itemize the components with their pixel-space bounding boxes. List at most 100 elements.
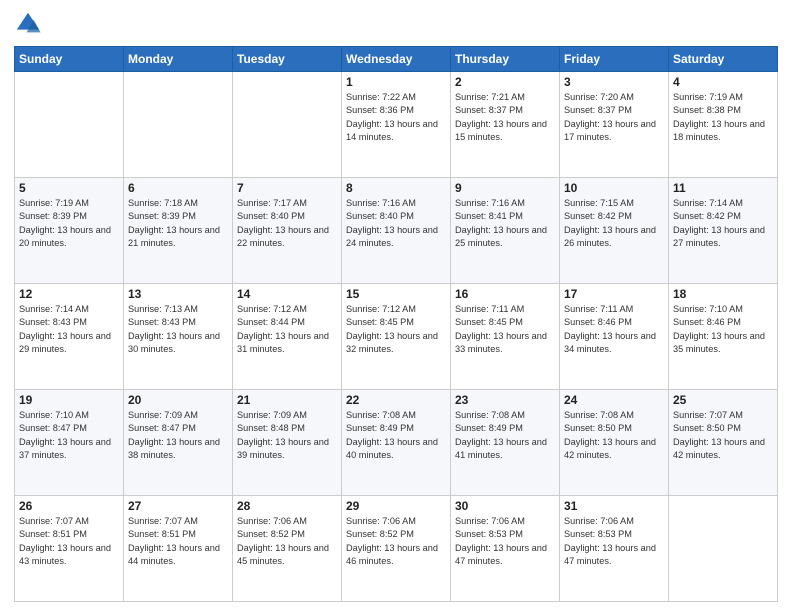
calendar-cell: 4 Sunrise: 7:19 AM Sunset: 8:38 PM Daylig… <box>669 72 778 178</box>
calendar-header-row: SundayMondayTuesdayWednesdayThursdayFrid… <box>15 47 778 72</box>
day-number: 22 <box>346 393 446 407</box>
day-number: 13 <box>128 287 228 301</box>
calendar-cell: 6 Sunrise: 7:18 AM Sunset: 8:39 PM Daylig… <box>124 178 233 284</box>
day-number: 2 <box>455 75 555 89</box>
calendar-table: SundayMondayTuesdayWednesdayThursdayFrid… <box>14 46 778 602</box>
day-number: 9 <box>455 181 555 195</box>
logo-icon <box>14 10 42 38</box>
calendar-cell: 26 Sunrise: 7:07 AM Sunset: 8:51 PM Dayli… <box>15 496 124 602</box>
calendar-cell: 16Sunrise: 7:11 AM Sunset: 8:45 PM Dayli… <box>451 284 560 390</box>
day-info: Sunrise: 7:19 AM Sunset: 8:39 PM Dayligh… <box>19 197 119 250</box>
day-info: Sunrise: 7:08 AM Sunset: 8:50 PM Dayligh… <box>564 409 664 462</box>
calendar-cell <box>124 72 233 178</box>
logo <box>14 10 46 38</box>
day-number: 11 <box>673 181 773 195</box>
day-info: Sunrise: 7:09 AM Sunset: 8:48 PM Dayligh… <box>237 409 337 462</box>
day-info: Sunrise: 7:19 AM Sunset: 8:38 PM Dayligh… <box>673 91 773 144</box>
header <box>14 10 778 38</box>
calendar-cell: 10Sunrise: 7:15 AM Sunset: 8:42 PM Dayli… <box>560 178 669 284</box>
weekday-header: Saturday <box>669 47 778 72</box>
day-number: 5 <box>19 181 119 195</box>
day-info: Sunrise: 7:21 AM Sunset: 8:37 PM Dayligh… <box>455 91 555 144</box>
calendar-cell: 9 Sunrise: 7:16 AM Sunset: 8:41 PM Daylig… <box>451 178 560 284</box>
calendar-cell: 31 Sunrise: 7:06 AM Sunset: 8:53 PM Dayli… <box>560 496 669 602</box>
day-number: 3 <box>564 75 664 89</box>
calendar-cell: 11 Sunrise: 7:14 AM Sunset: 8:42 PM Dayli… <box>669 178 778 284</box>
weekday-header: Wednesday <box>342 47 451 72</box>
day-number: 4 <box>673 75 773 89</box>
day-number: 18 <box>673 287 773 301</box>
calendar-cell: 8Sunrise: 7:16 AM Sunset: 8:40 PM Daylig… <box>342 178 451 284</box>
weekday-header: Friday <box>560 47 669 72</box>
day-info: Sunrise: 7:06 AM Sunset: 8:52 PM Dayligh… <box>346 515 446 568</box>
day-info: Sunrise: 7:17 AM Sunset: 8:40 PM Dayligh… <box>237 197 337 250</box>
day-number: 30 <box>455 499 555 513</box>
weekday-header: Tuesday <box>233 47 342 72</box>
weekday-header: Thursday <box>451 47 560 72</box>
day-info: Sunrise: 7:14 AM Sunset: 8:42 PM Dayligh… <box>673 197 773 250</box>
weekday-header: Monday <box>124 47 233 72</box>
calendar-cell: 25 Sunrise: 7:07 AM Sunset: 8:50 PM Dayli… <box>669 390 778 496</box>
page: SundayMondayTuesdayWednesdayThursdayFrid… <box>0 0 792 612</box>
day-number: 7 <box>237 181 337 195</box>
calendar-cell: 2 Sunrise: 7:21 AM Sunset: 8:37 PM Daylig… <box>451 72 560 178</box>
day-info: Sunrise: 7:11 AM Sunset: 8:46 PM Dayligh… <box>564 303 664 356</box>
day-number: 16 <box>455 287 555 301</box>
day-info: Sunrise: 7:13 AM Sunset: 8:43 PM Dayligh… <box>128 303 228 356</box>
calendar-week-row: 5 Sunrise: 7:19 AM Sunset: 8:39 PM Daylig… <box>15 178 778 284</box>
calendar-cell: 15 Sunrise: 7:12 AM Sunset: 8:45 PM Dayli… <box>342 284 451 390</box>
calendar-cell: 23 Sunrise: 7:08 AM Sunset: 8:49 PM Dayli… <box>451 390 560 496</box>
day-number: 23 <box>455 393 555 407</box>
day-info: Sunrise: 7:08 AM Sunset: 8:49 PM Dayligh… <box>455 409 555 462</box>
day-number: 17 <box>564 287 664 301</box>
day-number: 1 <box>346 75 446 89</box>
calendar-cell <box>669 496 778 602</box>
day-info: Sunrise: 7:06 AM Sunset: 8:53 PM Dayligh… <box>455 515 555 568</box>
calendar-cell <box>15 72 124 178</box>
calendar-cell: 28Sunrise: 7:06 AM Sunset: 8:52 PM Dayli… <box>233 496 342 602</box>
day-info: Sunrise: 7:07 AM Sunset: 8:50 PM Dayligh… <box>673 409 773 462</box>
day-number: 26 <box>19 499 119 513</box>
day-number: 28 <box>237 499 337 513</box>
calendar-cell: 22Sunrise: 7:08 AM Sunset: 8:49 PM Dayli… <box>342 390 451 496</box>
day-number: 14 <box>237 287 337 301</box>
calendar-cell: 20 Sunrise: 7:09 AM Sunset: 8:47 PM Dayli… <box>124 390 233 496</box>
calendar-cell: 1 Sunrise: 7:22 AM Sunset: 8:36 PM Daylig… <box>342 72 451 178</box>
calendar-cell: 7 Sunrise: 7:17 AM Sunset: 8:40 PM Daylig… <box>233 178 342 284</box>
calendar-cell <box>233 72 342 178</box>
calendar-week-row: 12 Sunrise: 7:14 AM Sunset: 8:43 PM Dayli… <box>15 284 778 390</box>
calendar-week-row: 1 Sunrise: 7:22 AM Sunset: 8:36 PM Daylig… <box>15 72 778 178</box>
day-info: Sunrise: 7:15 AM Sunset: 8:42 PM Dayligh… <box>564 197 664 250</box>
day-number: 6 <box>128 181 228 195</box>
calendar-cell: 18Sunrise: 7:10 AM Sunset: 8:46 PM Dayli… <box>669 284 778 390</box>
calendar-cell: 19 Sunrise: 7:10 AM Sunset: 8:47 PM Dayli… <box>15 390 124 496</box>
day-info: Sunrise: 7:14 AM Sunset: 8:43 PM Dayligh… <box>19 303 119 356</box>
day-number: 24 <box>564 393 664 407</box>
calendar-cell: 24 Sunrise: 7:08 AM Sunset: 8:50 PM Dayli… <box>560 390 669 496</box>
day-number: 20 <box>128 393 228 407</box>
day-info: Sunrise: 7:09 AM Sunset: 8:47 PM Dayligh… <box>128 409 228 462</box>
day-info: Sunrise: 7:16 AM Sunset: 8:40 PM Dayligh… <box>346 197 446 250</box>
day-info: Sunrise: 7:06 AM Sunset: 8:53 PM Dayligh… <box>564 515 664 568</box>
day-info: Sunrise: 7:12 AM Sunset: 8:44 PM Dayligh… <box>237 303 337 356</box>
day-info: Sunrise: 7:10 AM Sunset: 8:47 PM Dayligh… <box>19 409 119 462</box>
calendar-cell: 5 Sunrise: 7:19 AM Sunset: 8:39 PM Daylig… <box>15 178 124 284</box>
day-info: Sunrise: 7:07 AM Sunset: 8:51 PM Dayligh… <box>19 515 119 568</box>
day-info: Sunrise: 7:16 AM Sunset: 8:41 PM Dayligh… <box>455 197 555 250</box>
calendar-week-row: 26 Sunrise: 7:07 AM Sunset: 8:51 PM Dayli… <box>15 496 778 602</box>
day-number: 31 <box>564 499 664 513</box>
day-info: Sunrise: 7:12 AM Sunset: 8:45 PM Dayligh… <box>346 303 446 356</box>
day-number: 19 <box>19 393 119 407</box>
day-number: 12 <box>19 287 119 301</box>
day-number: 29 <box>346 499 446 513</box>
calendar-cell: 17 Sunrise: 7:11 AM Sunset: 8:46 PM Dayli… <box>560 284 669 390</box>
day-info: Sunrise: 7:07 AM Sunset: 8:51 PM Dayligh… <box>128 515 228 568</box>
day-number: 27 <box>128 499 228 513</box>
day-info: Sunrise: 7:22 AM Sunset: 8:36 PM Dayligh… <box>346 91 446 144</box>
day-info: Sunrise: 7:18 AM Sunset: 8:39 PM Dayligh… <box>128 197 228 250</box>
calendar-cell: 14 Sunrise: 7:12 AM Sunset: 8:44 PM Dayli… <box>233 284 342 390</box>
day-number: 21 <box>237 393 337 407</box>
day-number: 25 <box>673 393 773 407</box>
day-number: 15 <box>346 287 446 301</box>
day-info: Sunrise: 7:20 AM Sunset: 8:37 PM Dayligh… <box>564 91 664 144</box>
